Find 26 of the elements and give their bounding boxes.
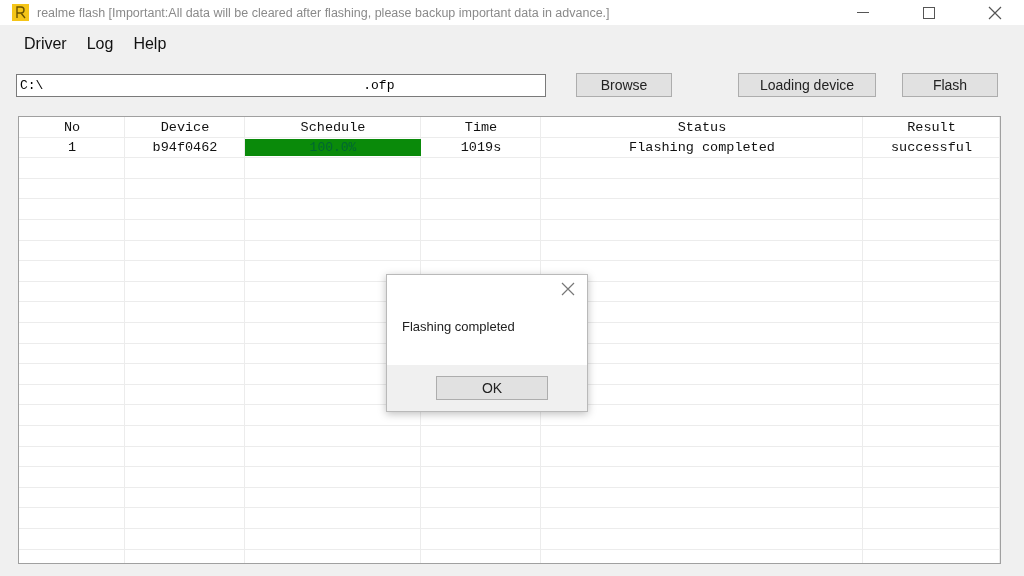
table-cell-text: Flashing completed [628, 139, 776, 158]
column-header: Schedule [299, 118, 367, 137]
browse-button[interactable]: Browse [576, 73, 672, 97]
flash-button[interactable]: Flash [902, 73, 998, 97]
column-header: Device [159, 118, 211, 137]
table-cell-text: 1 [66, 139, 78, 158]
minimize-icon[interactable] [857, 11, 869, 14]
table-cell-text: successful [890, 139, 973, 158]
column-header: Result [906, 118, 957, 137]
menu-item[interactable]: Log [76, 35, 124, 53]
ok-button[interactable]: OK [436, 376, 548, 400]
column-header: Status [676, 118, 728, 137]
close-icon[interactable] [561, 282, 575, 296]
dialog-message: Flashing completed [402, 319, 516, 334]
table-cell-text: 1019s [459, 139, 503, 158]
maximize-icon[interactable] [923, 6, 935, 19]
column-header: No [62, 118, 82, 137]
menu-item[interactable]: Driver [14, 35, 77, 53]
table-cell-text: b94f0462 [151, 139, 219, 158]
app-logo-icon [12, 4, 29, 21]
close-icon[interactable] [988, 5, 1002, 20]
window-title: realme flash [Important:All data will be cleared after flashing, please backup important data in advance.] [37, 5, 611, 20]
menu-item[interactable]: Help [123, 35, 177, 53]
path-field[interactable]: C:\ .ofp [16, 73, 546, 97]
column-header: Time [463, 118, 499, 137]
load-device-button[interactable]: Loading device [738, 73, 876, 97]
